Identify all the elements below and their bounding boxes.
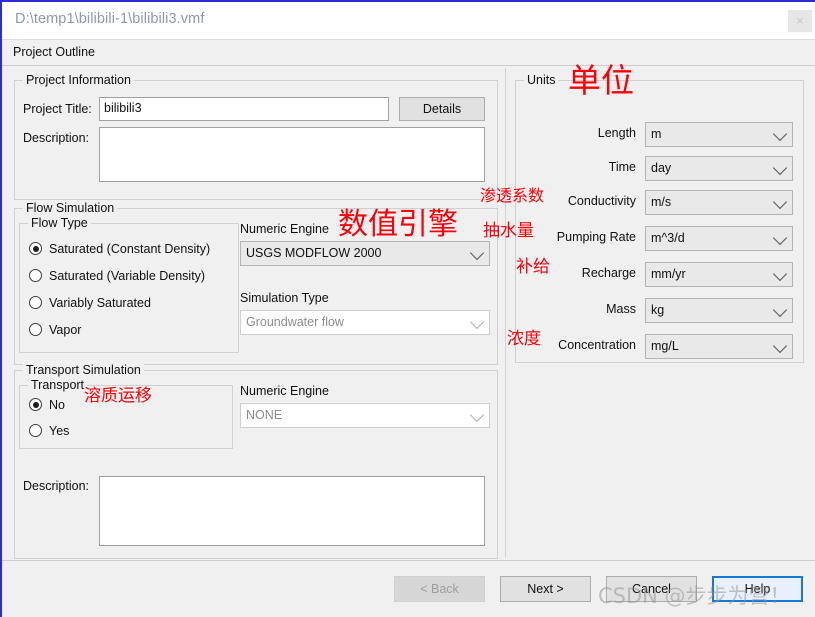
radio-dot-icon xyxy=(29,296,42,309)
annotation-numeric-engine: 数值引擎 xyxy=(338,207,458,242)
units-title: Units xyxy=(524,73,559,87)
chevron-down-icon xyxy=(772,194,788,209)
pane-divider xyxy=(505,68,506,558)
flow-type-title: Flow Type xyxy=(28,216,91,230)
radio-label: Vapor xyxy=(49,323,82,337)
chevron-down-icon xyxy=(772,266,788,281)
chevron-down-icon xyxy=(772,302,788,317)
simulation-type-select[interactable]: Groundwater flow xyxy=(240,310,490,335)
unit-value-conductivity: m/s xyxy=(651,195,672,209)
unit-select-pumping-rate[interactable]: m^3/d xyxy=(645,226,793,251)
unit-label-pumping-rate: Pumping Rate xyxy=(556,230,636,244)
radio-dot-icon xyxy=(29,242,42,255)
radio-dot-icon xyxy=(29,323,42,336)
unit-label-mass: Mass xyxy=(606,302,636,316)
transport-numeric-engine-select[interactable]: NONE xyxy=(240,403,490,428)
radio-transport-no[interactable]: No xyxy=(29,398,65,413)
chevron-down-icon xyxy=(772,338,788,353)
units-group: Units Length m Time day Conductivity m/s… xyxy=(515,73,804,363)
radio-transport-yes[interactable]: Yes xyxy=(29,424,69,439)
project-title-input[interactable]: bilibili3 xyxy=(99,97,389,121)
transport-numeric-engine-value: NONE xyxy=(246,408,283,422)
chevron-down-icon xyxy=(772,126,788,141)
radio-saturated-constant-density[interactable]: Saturated (Constant Density) xyxy=(29,242,210,257)
dialog-body: Project Information Project Title: bilib… xyxy=(2,61,815,561)
unit-value-time: day xyxy=(651,161,672,175)
unit-value-recharge: mm/yr xyxy=(651,267,686,281)
unit-select-length[interactable]: m xyxy=(645,122,793,147)
window-title: D:\temp1\bilibili-1\bilibili3.vmf xyxy=(15,11,205,27)
page-header: Project Outline xyxy=(2,39,815,66)
unit-value-pumping-rate: m^3/d xyxy=(651,231,685,245)
radio-dot-icon xyxy=(29,398,42,411)
radio-saturated-variable-density[interactable]: Saturated (Variable Density) xyxy=(29,269,205,284)
dialog-window: D:\temp1\bilibili-1\bilibili3.vmf × Proj… xyxy=(0,0,815,617)
unit-select-concentration[interactable]: mg/L xyxy=(645,334,793,359)
flow-numeric-engine-value: USGS MODFLOW 2000 xyxy=(246,246,382,260)
flow-numeric-engine-select[interactable]: USGS MODFLOW 2000 xyxy=(240,241,490,266)
radio-label: No xyxy=(49,398,65,412)
annotation-pumping-rate: 抽水量 xyxy=(483,221,534,241)
next-button[interactable]: Next > xyxy=(500,576,591,602)
radio-vapor[interactable]: Vapor xyxy=(29,323,81,338)
dialog-footer: < Back Next > Cancel Help CSDN @步步为营！ xyxy=(2,560,815,617)
project-title-label: Project Title: xyxy=(23,102,92,116)
radio-dot-icon xyxy=(29,269,42,282)
chevron-down-icon xyxy=(772,160,788,175)
chevron-down-icon xyxy=(469,407,485,422)
transport-simulation-title: Transport Simulation xyxy=(23,363,144,377)
chevron-down-icon xyxy=(469,314,485,329)
unit-value-length: m xyxy=(651,127,662,141)
radio-variably-saturated[interactable]: Variably Saturated xyxy=(29,296,151,311)
annotation-recharge: 补给 xyxy=(516,257,550,277)
unit-select-time[interactable]: day xyxy=(645,156,793,181)
unit-select-mass[interactable]: kg xyxy=(645,298,793,323)
project-information-title: Project Information xyxy=(23,73,134,87)
unit-label-recharge: Recharge xyxy=(581,266,636,280)
radio-label: Saturated (Constant Density) xyxy=(49,242,211,256)
transport-numeric-engine-label: Numeric Engine xyxy=(240,384,329,398)
back-button[interactable]: < Back xyxy=(394,576,485,602)
transport-description-input[interactable] xyxy=(99,476,485,546)
unit-value-mass: kg xyxy=(651,303,665,317)
project-description-input[interactable] xyxy=(99,127,485,182)
flow-simulation-title: Flow Simulation xyxy=(23,201,118,215)
radio-label: Yes xyxy=(49,424,70,438)
help-button[interactable]: Help xyxy=(712,576,803,602)
unit-value-concentration: mg/L xyxy=(651,339,679,353)
unit-select-recharge[interactable]: mm/yr xyxy=(645,262,793,287)
title-bar: D:\temp1\bilibili-1\bilibili3.vmf × xyxy=(2,2,815,38)
chevron-down-icon xyxy=(469,245,485,260)
page-title: Project Outline xyxy=(13,45,95,59)
annotation-transport: 溶质运移 xyxy=(84,386,152,406)
annotation-conductivity: 渗透系数 xyxy=(480,186,545,205)
transport-title: Transport xyxy=(28,378,88,392)
radio-dot-icon xyxy=(29,424,42,437)
radio-label: Variably Saturated xyxy=(49,296,151,310)
project-description-label: Description: xyxy=(23,131,89,145)
unit-label-conductivity: Conductivity xyxy=(567,194,636,208)
flow-type-group: Flow Type Saturated (Constant Density) S… xyxy=(19,216,239,353)
transport-description-label: Description: xyxy=(23,479,89,493)
simulation-type-label: Simulation Type xyxy=(240,291,329,305)
details-button[interactable]: Details xyxy=(399,97,485,121)
cancel-button[interactable]: Cancel xyxy=(606,576,697,602)
unit-label-length: Length xyxy=(597,126,636,140)
chevron-down-icon xyxy=(772,230,788,245)
annotation-concentration: 浓度 xyxy=(507,329,541,349)
unit-select-conductivity[interactable]: m/s xyxy=(645,190,793,215)
annotation-units: 单位 xyxy=(568,61,634,100)
flow-numeric-engine-label: Numeric Engine xyxy=(240,222,329,236)
unit-label-time: Time xyxy=(608,160,636,174)
simulation-type-value: Groundwater flow xyxy=(246,315,344,329)
radio-label: Saturated (Variable Density) xyxy=(49,269,206,283)
close-icon[interactable]: × xyxy=(788,10,812,32)
project-information-group: Project Information Project Title: bilib… xyxy=(14,73,498,200)
